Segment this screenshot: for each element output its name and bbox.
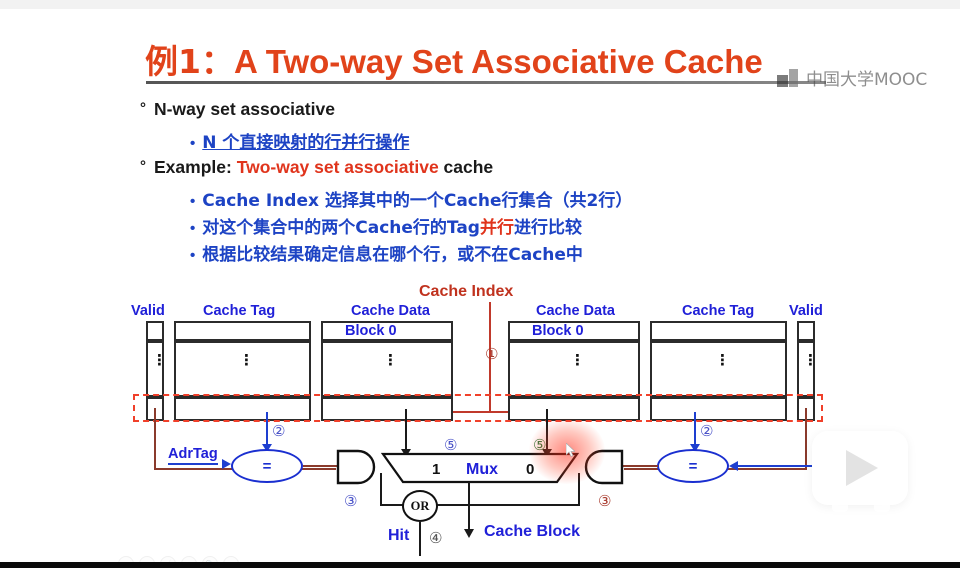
cache-tag-left-cell-mid — [174, 341, 311, 397]
comparator-right: = — [657, 449, 729, 483]
cache-tag-right-cell-mid — [650, 341, 787, 397]
video-player: 例1：A Two-way Set Associative Cache 中国大学M… — [0, 0, 960, 568]
header-valid-left: Valid — [131, 303, 165, 319]
mux-label: Mux — [466, 461, 498, 478]
hit-output-wire — [419, 522, 421, 556]
step-marker-2-right: ② — [700, 423, 714, 440]
comparator-left: = — [231, 449, 303, 483]
step-marker-3-right: ③ — [598, 493, 612, 510]
slide-canvas: 例1：A Two-way Set Associative Cache 中国大学M… — [0, 9, 960, 568]
header-cache-tag-right: Cache Tag — [682, 303, 755, 319]
adr-tag-arrow-left — [222, 459, 231, 469]
play-button-foot-right — [874, 503, 890, 512]
header-cache-tag-left: Cache Tag — [203, 303, 276, 319]
cache-index-label: Cache Index — [419, 283, 514, 300]
valid-right-wire-down — [805, 408, 807, 470]
valid-left-cell-mid — [146, 341, 164, 397]
valid-right-cell-top — [797, 321, 815, 341]
valid-left-cell-top — [146, 321, 164, 341]
adr-tag-arrow-right — [729, 461, 738, 471]
comparator-right-output-wire — [622, 465, 658, 467]
step-marker-3-left: ③ — [344, 493, 358, 510]
header-cache-data-left: Cache Data — [351, 303, 430, 319]
header-valid-right: Valid — [789, 303, 823, 319]
top-letterbox — [0, 0, 960, 9]
cache-tag-right-cell-top — [650, 321, 787, 341]
valid-right-dots: ⋮ — [803, 352, 818, 369]
cache-data-left-dots: ⋮ — [383, 352, 398, 369]
or-gate: OR — [402, 490, 438, 522]
block-0-right-label: Block 0 — [532, 323, 584, 339]
bottom-letterbox — [0, 562, 960, 568]
cache-tag-right-dots: ⋮ — [715, 352, 730, 369]
cache-tag-left-dots: ⋮ — [239, 352, 254, 369]
valid-left-dots: ⋮ — [152, 352, 167, 369]
and-right-out-to-or — [437, 504, 580, 506]
cache-block-output-wire — [468, 482, 470, 532]
comparator-left-output-wire — [303, 465, 339, 467]
step-marker-4: ④ — [429, 530, 443, 547]
cache-data-left-cell-mid — [321, 341, 453, 397]
cache-data-right-dots: ⋮ — [570, 352, 585, 369]
selected-set-dashed-box — [133, 394, 823, 422]
valid-right-cell-mid — [797, 341, 815, 397]
tag-right-to-comparator-wire — [694, 412, 696, 446]
block-0-left-label: Block 0 — [345, 323, 397, 339]
valid-left-wire-down — [154, 408, 156, 470]
play-button-overlay[interactable] — [812, 431, 908, 505]
and-gate-left — [336, 449, 376, 485]
cache-block-arrow — [464, 529, 474, 538]
data-left-to-mux-wire — [405, 409, 407, 452]
adr-tag-wire-right — [735, 465, 812, 467]
step-marker-1: ① — [485, 346, 499, 363]
mouse-cursor — [566, 443, 575, 457]
play-button-foot-left — [832, 503, 848, 512]
mux-input-1-label: 1 — [432, 461, 441, 478]
cache-data-right-cell-mid — [508, 341, 640, 397]
cache-block-label: Cache Block — [484, 523, 581, 540]
header-cache-data-right: Cache Data — [536, 303, 615, 319]
tag-left-to-comparator-wire — [266, 412, 268, 446]
and-left-out-down — [380, 473, 382, 506]
step-marker-2-left: ② — [272, 423, 286, 440]
cache-tag-left-cell-top — [174, 321, 311, 341]
adr-tag-label: AdrTag — [168, 446, 218, 465]
hit-label: Hit — [388, 527, 410, 544]
